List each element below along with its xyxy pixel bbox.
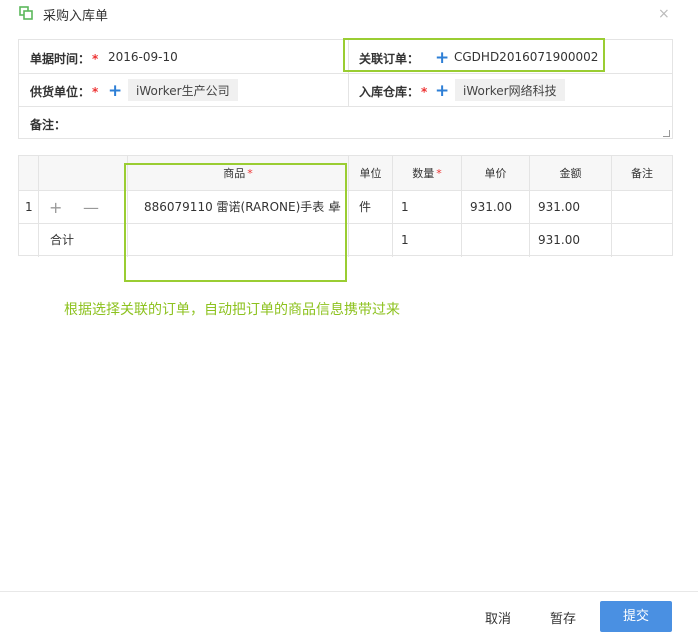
remark-cell[interactable] [612,191,672,224]
total-label: 合计 [39,224,128,257]
header-unit: 单位 [349,156,393,191]
close-icon[interactable]: × [658,6,670,22]
total-unit [349,224,393,257]
header-remark: 备注 [612,156,672,191]
date-label: 单据时间： * [30,52,99,66]
total-remark [612,224,672,257]
amount-cell: 931.00 [530,191,612,224]
order-highlight-box [343,38,605,72]
row-actions: + — [39,191,128,224]
header-quantity: 数量 * [393,156,462,191]
save-draft-button[interactable]: 暂存 [550,608,576,627]
remove-row-icon[interactable]: — [83,191,99,223]
product-highlight-box [124,163,347,282]
required-mark: * [421,85,428,99]
submit-button[interactable]: 提交 [600,601,672,632]
add-supplier-icon[interactable]: + [108,83,122,100]
add-row-icon[interactable]: + [49,191,62,223]
header-price: 单价 [462,156,530,191]
total-price [462,224,530,257]
add-warehouse-icon[interactable]: + [435,83,449,100]
supplier-chip[interactable]: iWorker生产公司 [128,79,238,101]
supplier-label: 供货单位： * [30,85,99,99]
quantity-cell[interactable]: 1 [393,191,462,224]
remark-row[interactable]: 备注： [19,107,672,139]
date-field[interactable]: 2016-09-10 [108,50,178,64]
required-mark: * [92,52,99,66]
required-mark: * [436,167,442,180]
header-index [19,156,39,191]
resize-handle-icon[interactable] [663,130,670,137]
total-quantity: 1 [393,224,462,257]
price-cell[interactable]: 931.00 [462,191,530,224]
form-row-2: 供货单位： * + iWorker生产公司 入库仓库： * + iWorker网络科… [19,74,672,107]
total-index [19,224,39,257]
header-amount: 金额 [530,156,612,191]
unit-cell: 件 [349,191,393,224]
remark-label: 备注： [30,118,67,132]
total-amount: 931.00 [530,224,612,257]
cancel-button[interactable]: 取消 [485,608,511,627]
row-index: 1 [19,191,39,224]
warehouse-label: 入库仓库： * [359,85,428,99]
header-actions [39,156,128,191]
copy-document-icon [19,6,33,20]
dialog-footer: 取消 暂存 提交 [0,591,698,633]
dialog-title: 采购入库单 [43,9,109,24]
required-mark: * [92,85,99,99]
annotation-text: 根据选择关联的订单，自动把订单的商品信息携带过来 [64,302,400,318]
warehouse-chip[interactable]: iWorker网络科技 [455,79,565,101]
dialog-titlebar: 采购入库单 × [0,0,698,30]
